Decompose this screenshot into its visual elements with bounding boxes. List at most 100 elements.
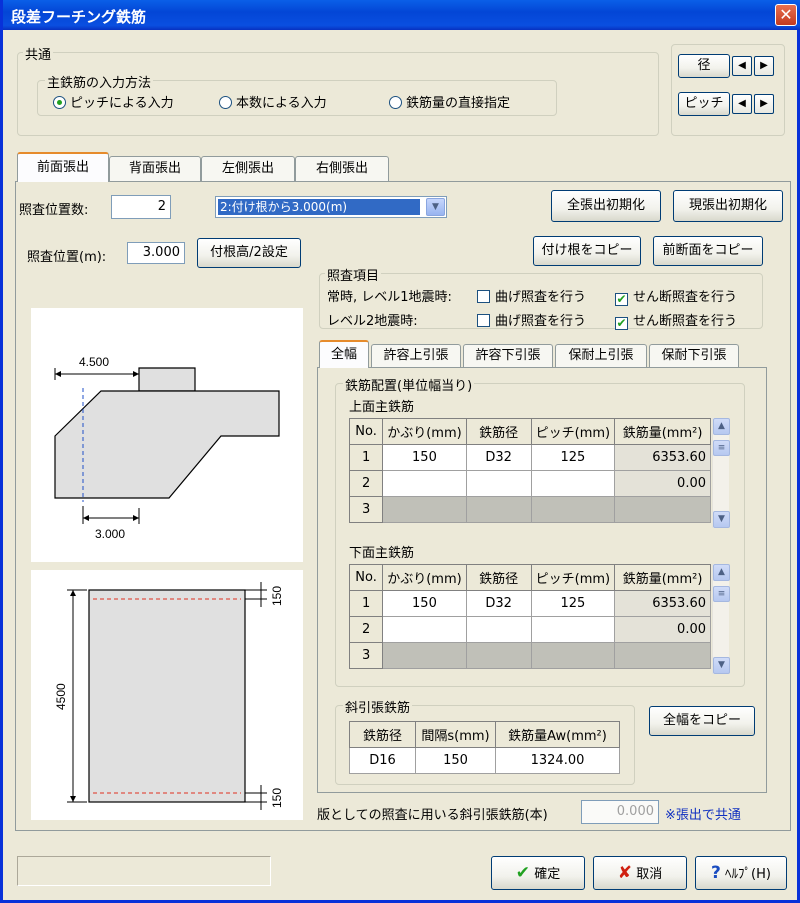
checkbox-icon (477, 314, 490, 327)
radio-count-label: 本数による入力 (236, 96, 327, 111)
scroll-thumb[interactable]: ≡ (713, 586, 730, 602)
slab-check-label: 版としての照査に用いる斜引張鉄筋(本) (317, 808, 548, 823)
cancel-button[interactable]: ✘ 取消 (593, 856, 687, 890)
row2-bending-checkbox[interactable]: 曲げ照査を行う (477, 310, 586, 329)
ok-button[interactable]: ✔ 確定 (491, 856, 585, 890)
cover-cell (382, 642, 467, 669)
copy-full-width-button[interactable]: 全幅をコピー (649, 706, 755, 736)
slab-check-input[interactable]: 0.000 (581, 800, 659, 824)
tab-left[interactable]: 左側張出 (201, 156, 295, 182)
tab-back[interactable]: 背面張出 (109, 156, 201, 182)
help-button[interactable]: ? ﾍﾙﾌﾟ(H) (695, 856, 787, 890)
table-row: D16 150 1324.00 (349, 747, 620, 774)
diameter-cell[interactable]: D16 (349, 747, 416, 774)
scroll-thumb[interactable]: ≡ (713, 440, 730, 456)
height-label: 4500 (54, 683, 68, 710)
scroll-up-icon[interactable]: ▲ (713, 418, 730, 435)
col-diameter: 鉄筋径 (465, 418, 532, 445)
col-amount-aw: 鉄筋量Aw(mm²) (495, 721, 620, 748)
cover-cell[interactable]: 150 (382, 444, 467, 471)
table-row: 1 150 D32 125 6353.60 (348, 444, 711, 471)
col-cover: かぶり(mm) (382, 418, 467, 445)
all-init-button[interactable]: 全張出初期化 (551, 190, 661, 222)
diameter-cell[interactable]: D32 (465, 444, 532, 471)
row1-shear-checkbox[interactable]: ✔ せん断照査を行う (615, 286, 737, 306)
table-header-row: No. かぶり(mm) 鉄筋径 ピッチ(mm) 鉄筋量(mm²) (348, 418, 711, 445)
amount-cell (614, 642, 711, 669)
cover-cell[interactable] (382, 616, 467, 643)
diameter-next-button[interactable]: ▶ (754, 56, 774, 76)
diameter-prev-button[interactable]: ◀ (732, 56, 752, 76)
row-number: 2 (348, 616, 384, 643)
tab-right[interactable]: 右側張出 (295, 156, 389, 182)
table-row: 3 (348, 642, 711, 669)
cover-bottom-label: 150 (270, 788, 284, 808)
row2-bending-label: 曲げ照査を行う (495, 314, 587, 329)
scroll-down-icon[interactable]: ▼ (713, 511, 730, 528)
radio-pitch[interactable]: ピッチによる入力 (53, 92, 174, 111)
cover-cell (382, 496, 467, 523)
scroll-up-icon[interactable]: ▲ (713, 564, 730, 581)
check-positions-input[interactable]: 2 (111, 195, 171, 219)
top-rebar-title: 上面主鉄筋 (349, 400, 415, 415)
close-button[interactable]: ✕ (775, 4, 797, 26)
copy-front-button[interactable]: 前断面をコピー (653, 236, 763, 266)
subtab-full-width[interactable]: 全幅 (319, 340, 369, 368)
row-number: 2 (348, 470, 384, 497)
pitch-button[interactable]: ピッチ (678, 92, 730, 116)
tab-front[interactable]: 前面張出 (17, 152, 109, 182)
diameter-button[interactable]: 径 (678, 54, 730, 78)
diameter-cell[interactable] (465, 470, 532, 497)
subtab-allow-lower[interactable]: 許容下引張 (463, 344, 553, 368)
check-items-legend: 照査項目 (325, 265, 382, 284)
pitch-cell[interactable] (530, 616, 616, 643)
subtab-capacity-lower[interactable]: 保耐下引張 (649, 344, 739, 368)
row2-shear-checkbox[interactable]: ✔ せん断照査を行う (615, 310, 737, 330)
spacing-cell[interactable]: 150 (415, 747, 496, 774)
root-height-button[interactable]: 付根高/2設定 (197, 238, 301, 268)
col-diameter: 鉄筋径 (349, 721, 416, 748)
diagonal-legend: 斜引張鉄筋 (343, 697, 413, 716)
row1-bending-checkbox[interactable]: 曲げ照査を行う (477, 286, 586, 305)
pitch-cell[interactable] (530, 470, 616, 497)
cover-cell[interactable] (382, 470, 467, 497)
radio-count[interactable]: 本数による入力 (219, 92, 327, 111)
subtab-capacity-upper[interactable]: 保耐上引張 (555, 344, 647, 368)
input-method-legend: 主鉄筋の入力方法 (45, 72, 154, 91)
section-diagram: 4500 150 150 (31, 570, 303, 820)
help-label: ﾍﾙﾌﾟ(H) (725, 867, 771, 882)
radio-direct[interactable]: 鉄筋量の直接指定 (389, 92, 510, 111)
subtab-allow-upper[interactable]: 許容上引張 (371, 344, 461, 368)
amount-cell: 6353.60 (614, 444, 711, 471)
col-cover: かぶり(mm) (382, 564, 467, 591)
arrow-left-icon (55, 371, 61, 377)
copy-root-button[interactable]: 付け根をコピー (533, 236, 641, 266)
bottom-rebar-table: No. かぶり(mm) 鉄筋径 ピッチ(mm) 鉄筋量(mm²) 1 150 D… (348, 564, 711, 669)
bottom-table-scrollbar[interactable]: ▲ ≡ ▼ (712, 564, 730, 674)
section-rect (88, 589, 246, 803)
pitch-next-button[interactable]: ▶ (754, 94, 774, 114)
scroll-down-icon[interactable]: ▼ (713, 657, 730, 674)
cover-cell[interactable]: 150 (382, 590, 467, 617)
radio-icon (219, 96, 232, 109)
diameter-cell[interactable]: D32 (465, 590, 532, 617)
pitch-prev-button[interactable]: ◀ (732, 94, 752, 114)
pitch-cell[interactable]: 125 (530, 590, 616, 617)
pitch-cell (530, 642, 616, 669)
diameter-cell (465, 496, 532, 523)
table-row: 3 (348, 496, 711, 523)
chevron-down-icon[interactable]: ▼ (426, 198, 445, 216)
current-init-button[interactable]: 現張出初期化 (673, 190, 783, 222)
pitch-cell[interactable]: 125 (530, 444, 616, 471)
radio-selected-icon (53, 96, 66, 109)
position-select[interactable]: 2:付け根から3.000(m) ▼ (215, 196, 447, 218)
check-position-m-input[interactable]: 3.000 (127, 242, 185, 264)
amount-cell: 6353.60 (614, 590, 711, 617)
diameter-cell[interactable] (465, 616, 532, 643)
top-table-scrollbar[interactable]: ▲ ≡ ▼ (712, 418, 730, 528)
check-positions-label: 照査位置数: (19, 203, 89, 218)
amount-cell: 0.00 (614, 616, 711, 643)
overhang-side-diagram: 4.500 3.000 (31, 308, 303, 562)
col-diameter: 鉄筋径 (465, 564, 532, 591)
overhang-side-svg: 4.500 3.000 (54, 355, 280, 541)
